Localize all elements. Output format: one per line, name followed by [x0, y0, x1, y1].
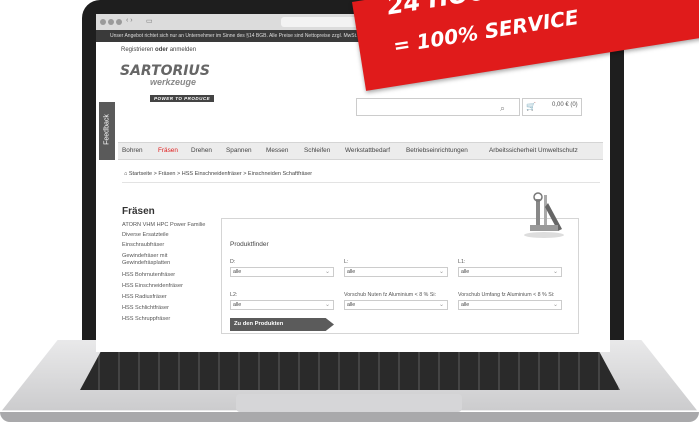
nav-item-schleifen[interactable]: Schleifen	[304, 147, 330, 154]
feedback-label: Feedback	[103, 114, 111, 145]
select-l2-value: alle	[233, 302, 242, 308]
select-vorschub-umfang-value: alle	[461, 302, 470, 308]
cart-value: 0,00 € (0)	[552, 102, 578, 108]
sidebar-title: Fräsen	[122, 206, 155, 217]
field-label-vorschub-umfang: Vorschub Umfang fz Aluminium < 8 % Si:	[458, 292, 555, 298]
login-link[interactable]: anmelden	[170, 47, 196, 53]
back-forward-icon[interactable]: ‹ ›	[126, 17, 133, 24]
to-products-button[interactable]: Zu den Produkten	[230, 318, 334, 331]
select-l1-value: alle	[461, 269, 470, 275]
sidebar-item[interactable]: Diverse Ersatzteile	[122, 232, 169, 239]
account-or: oder	[155, 47, 169, 53]
field-label-l2: L2:	[230, 292, 238, 298]
field-label-d: D:	[230, 259, 236, 265]
nav-item-fraesen[interactable]: Fräsen	[158, 147, 178, 154]
field-label-l: L:	[344, 259, 349, 265]
laptop-keyboard	[80, 350, 620, 390]
breadcrumb: ⌂ Startseite > Fräsen > HSS Einschneiden…	[124, 171, 312, 177]
feedback-tab[interactable]: Feedback	[99, 102, 115, 160]
chevron-down-icon: ⌄	[552, 269, 558, 275]
home-icon[interactable]: ⌂	[124, 171, 127, 177]
sidebar-item[interactable]: Einschraubfräser	[122, 242, 164, 249]
register-link[interactable]: Registrieren	[121, 47, 153, 53]
robot-tool-icon	[524, 192, 564, 238]
sidebar-item[interactable]: HSS Schruppfräser	[122, 316, 170, 323]
nav-item-arbeitssicherheit[interactable]: Arbeitssicherheit Umweltschutz	[489, 147, 578, 154]
nav-item-betriebseinrichtungen[interactable]: Betriebseinrichtungen	[406, 147, 468, 154]
chevron-down-icon: ⌄	[324, 302, 330, 308]
laptop-trackpad	[236, 394, 462, 412]
sidebar-icon[interactable]: ▭	[146, 17, 153, 25]
field-label-vorschub-nuten: Vorschub Nuten fz Aluminium < 8 % Si:	[344, 292, 437, 298]
nav-item-drehen[interactable]: Drehen	[191, 147, 212, 154]
account-links: Registrieren oder anmelden	[121, 47, 196, 53]
sidebar-item[interactable]: HSS Bohrnutenfräser	[122, 272, 175, 279]
nav-item-messen[interactable]: Messen	[266, 147, 288, 154]
laptop-screen: ‹ › ▭ sartorius-werkzeuge.de Unser Angeb…	[96, 14, 610, 352]
logo-line2: werkzeuge	[150, 77, 197, 87]
select-d[interactable]: alle ⌄	[230, 267, 334, 277]
productfinder-title: Produktfinder	[230, 241, 269, 248]
field-label-l1: L1:	[458, 259, 466, 265]
chevron-down-icon: ⌄	[552, 302, 558, 308]
chevron-down-icon: ⌄	[438, 302, 444, 308]
search-input[interactable]	[356, 98, 520, 116]
select-vorschub-nuten-value: alle	[347, 302, 356, 308]
nav-item-werkstattbedarf[interactable]: Werkstattbedarf	[345, 147, 390, 154]
main-navigation: Bohren Fräsen Drehen Spannen Messen Schl…	[118, 142, 603, 160]
nav-item-bohren[interactable]: Bohren	[122, 147, 143, 154]
select-l-value: alle	[347, 269, 356, 275]
window-close-button[interactable]	[100, 19, 106, 25]
sidebar-item[interactable]: HSS Radiusfräser	[122, 294, 167, 301]
cart-icon: 🛒	[526, 102, 536, 111]
sartorius-logo[interactable]: SARTORIUS werkzeuge POWER TO PRODUCE	[120, 64, 215, 105]
sidebar-item[interactable]: Gewindefräser mit	[122, 253, 167, 260]
sidebar-item[interactable]: Gewindefräsplatten	[122, 260, 170, 267]
laptop-foot	[0, 412, 699, 422]
select-vorschub-nuten[interactable]: alle ⌄	[344, 300, 448, 310]
nav-item-spannen[interactable]: Spannen	[226, 147, 252, 154]
select-l2[interactable]: alle ⌄	[230, 300, 334, 310]
select-l1[interactable]: alle ⌄	[458, 267, 562, 277]
sidebar-item[interactable]: HSS Einschneidenfräser	[122, 283, 183, 290]
select-vorschub-umfang[interactable]: alle ⌄	[458, 300, 562, 310]
select-l[interactable]: alle ⌄	[344, 267, 448, 277]
window-zoom-button[interactable]	[116, 19, 122, 25]
window-minimize-button[interactable]	[108, 19, 114, 25]
sidebar-item[interactable]: ATORN VHM HPC Power Familie	[122, 222, 205, 229]
logo-tagline: POWER TO PRODUCE	[150, 95, 215, 102]
search-icon[interactable]: ⌕	[500, 103, 505, 114]
select-d-value: alle	[233, 269, 242, 275]
sidebar-item[interactable]: HSS Schlichtfräser	[122, 305, 169, 312]
breadcrumb-text[interactable]: Startseite > Fräsen > HSS Einschneidenfr…	[129, 171, 312, 177]
chevron-down-icon: ⌄	[324, 269, 330, 275]
chevron-down-icon: ⌄	[438, 269, 444, 275]
